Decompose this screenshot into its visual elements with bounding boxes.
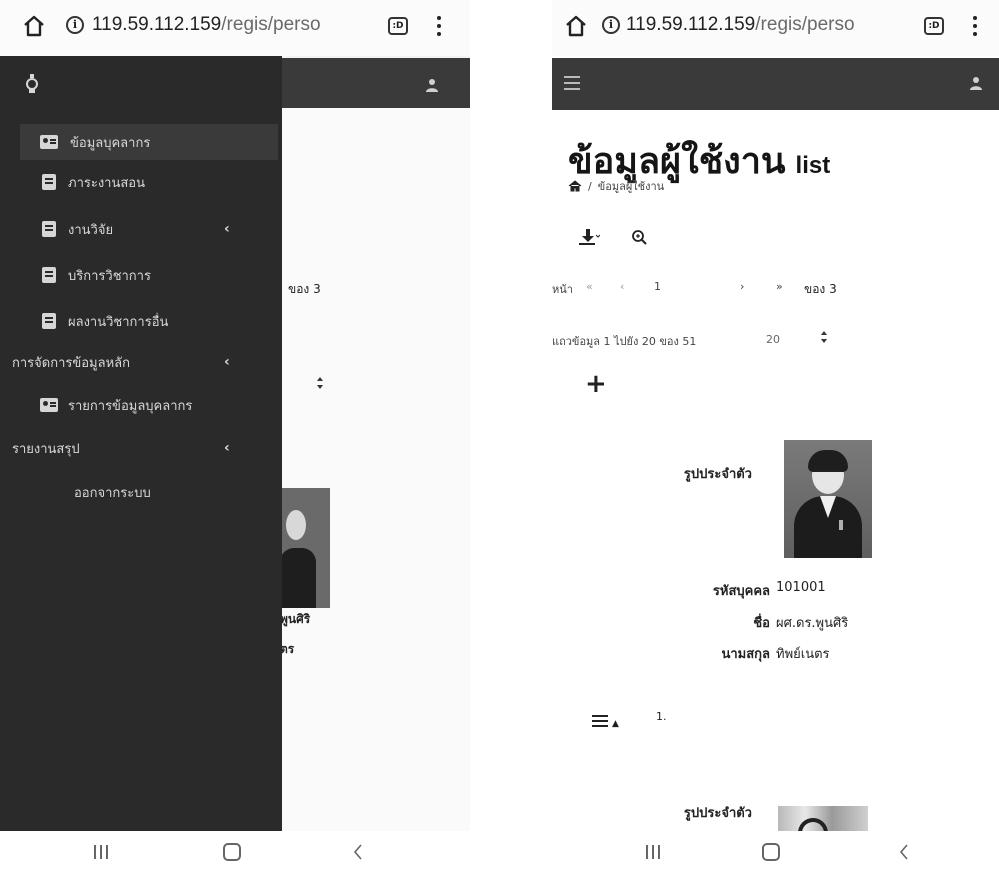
sidebar-item-label: ภาระงานสอน <box>68 175 145 191</box>
home-button-icon[interactable] <box>223 843 241 861</box>
user-icon[interactable] <box>425 78 439 92</box>
book-icon <box>42 267 56 283</box>
browser-menu-icon[interactable] <box>434 14 444 38</box>
home-icon[interactable] <box>564 14 588 38</box>
info-icon[interactable]: i <box>66 16 84 34</box>
tabs-button[interactable]: :D <box>924 17 944 35</box>
pager-first-button[interactable]: « <box>586 280 593 293</box>
sidebar-item-teaching-load[interactable]: ภาระงานสอน <box>0 164 282 200</box>
chevron-left-icon: ‹ <box>224 440 230 456</box>
surname-label: นามสกุล <box>721 647 770 662</box>
pager-total-fragment: ของ 3 <box>288 282 321 296</box>
back-icon[interactable] <box>352 843 364 861</box>
hamburger-menu-icon[interactable] <box>564 76 580 90</box>
book-icon <box>42 174 56 190</box>
url-host: 119.59.112.159 <box>626 14 756 35</box>
page-size-select[interactable]: 20 <box>766 333 780 346</box>
person-id-value: 101001 <box>776 580 826 595</box>
recent-apps-icon[interactable] <box>94 845 108 859</box>
sidebar-item-label: รายงานสรุป <box>12 441 80 457</box>
url-text[interactable]: 119.59.112.159/regis/perso <box>626 14 855 36</box>
recent-apps-icon[interactable] <box>646 845 660 859</box>
home-icon[interactable] <box>22 14 46 38</box>
chevron-left-icon: ‹ <box>224 221 230 237</box>
browser-address-bar: i 119.59.112.159/regis/perso :D <box>0 0 470 56</box>
sidebar-item-other-works[interactable]: ผลงานวิชาการอื่น <box>0 303 282 339</box>
pager-label: หน้า <box>552 283 573 296</box>
row-menu-icon <box>592 715 608 727</box>
sidebar-item-personnel-info[interactable]: ข้อมูลบุคลากร <box>20 124 278 160</box>
sidebar-item-label: ผลงานวิชาการอื่น <box>68 314 169 330</box>
pager-last-button[interactable]: » <box>776 280 783 293</box>
row-number: 1. <box>656 710 667 723</box>
logo-icon[interactable] <box>25 72 39 94</box>
home-breadcrumb-icon[interactable] <box>568 180 582 192</box>
sidebar-item-summary-report[interactable]: รายงานสรุป ‹ <box>0 430 282 466</box>
sidebar-drawer: ข้อมูลบุคลากร ภาระงานสอน งานวิจัย ‹ บริก… <box>0 56 282 831</box>
select-arrows-icon[interactable] <box>820 330 828 344</box>
surname-value: ทิพย์เนตร <box>776 647 830 662</box>
sidebar-item-label: ออกจากระบบ <box>74 485 151 501</box>
surname-fragment: ตร <box>280 642 295 656</box>
user-icon[interactable] <box>969 76 983 90</box>
breadcrumb: / ข้อมูลผู้ใช้งาน <box>568 177 664 195</box>
breadcrumb-separator: / <box>588 179 592 193</box>
sidebar-item-logout[interactable]: ออกจากระบบ <box>0 474 282 510</box>
name-value: ผศ.ดร.พูนศิริ <box>776 616 849 631</box>
rows-info: แถวข้อมูล 1 ไปยัง 20 ของ 51 <box>552 335 697 348</box>
photo-label: รูปประจำตัว <box>683 806 752 821</box>
caret-down-icon: ▲ <box>612 719 619 729</box>
system-navigation-bar <box>0 831 470 871</box>
page-title-suffix: list <box>795 152 831 179</box>
sidebar-item-research[interactable]: งานวิจัย ‹ <box>0 211 282 247</box>
sidebar-item-label: งานวิจัย <box>68 222 114 238</box>
list-toolbar <box>578 228 650 246</box>
pager-prev-button[interactable]: ‹ <box>620 280 624 293</box>
info-icon[interactable]: i <box>602 16 620 34</box>
sidebar-item-master-data[interactable]: การจัดการข้อมูลหลัก ‹ <box>0 344 282 380</box>
url-path: /regis/perso <box>221 14 321 35</box>
sidebar-item-label: ข้อมูลบุคลากร <box>70 135 151 151</box>
breadcrumb-current: ข้อมูลผู้ใช้งาน <box>597 180 665 193</box>
profile-photo-fragment <box>280 488 330 608</box>
profile-photo <box>784 440 872 558</box>
pager-total: ของ 3 <box>804 282 837 296</box>
url-host: 119.59.112.159 <box>92 14 222 35</box>
url-path: /regis/perso <box>755 14 855 35</box>
system-navigation-bar <box>552 831 999 871</box>
chevron-left-icon: ‹ <box>224 354 230 370</box>
download-icon[interactable] <box>578 228 600 246</box>
page-title-text: ข้อมูลผู้ใช้งาน <box>568 140 786 181</box>
back-icon[interactable] <box>898 843 910 861</box>
app-navbar <box>552 58 999 110</box>
pager-next-button[interactable]: › <box>740 280 744 293</box>
id-card-icon <box>40 135 58 149</box>
name-fragment: พูนศิริ <box>280 612 311 626</box>
sidebar-item-label: การจัดการข้อมูลหลัก <box>12 355 131 371</box>
select-arrows-icon <box>317 377 323 389</box>
pager-current-input[interactable]: 1 <box>654 280 661 293</box>
id-card-icon <box>40 398 58 412</box>
book-icon <box>42 221 56 237</box>
background-content <box>280 108 470 831</box>
person-id-label: รหัสบุคคล <box>712 584 770 599</box>
add-record-button[interactable]: + <box>585 371 607 397</box>
browser-menu-icon[interactable] <box>970 14 980 38</box>
browser-address-bar: i 119.59.112.159/regis/perso :D <box>552 0 999 56</box>
sidebar-item-label: รายการข้อมูลบุคลากร <box>68 398 193 414</box>
phone-screen-left: i 119.59.112.159/regis/perso :D ของ 3 พู… <box>0 0 470 871</box>
photo-label: รูปประจำตัว <box>683 467 752 482</box>
book-icon <box>42 313 56 329</box>
phone-screen-right: i 119.59.112.159/regis/perso :D ข้อมูลผู… <box>552 0 999 871</box>
home-button-icon[interactable] <box>762 843 780 861</box>
url-text[interactable]: 119.59.112.159/regis/perso <box>92 14 321 36</box>
search-icon[interactable] <box>628 228 650 246</box>
row-actions-button[interactable]: ▲ <box>592 713 619 729</box>
tabs-button[interactable]: :D <box>388 17 408 35</box>
sidebar-item-label: บริการวิชาการ <box>68 268 151 284</box>
sidebar-item-academic-service[interactable]: บริการวิชาการ <box>0 257 282 293</box>
sidebar-item-personnel-list[interactable]: รายการข้อมูลบุคลากร <box>0 387 282 423</box>
name-label: ชื่อ <box>753 616 770 631</box>
